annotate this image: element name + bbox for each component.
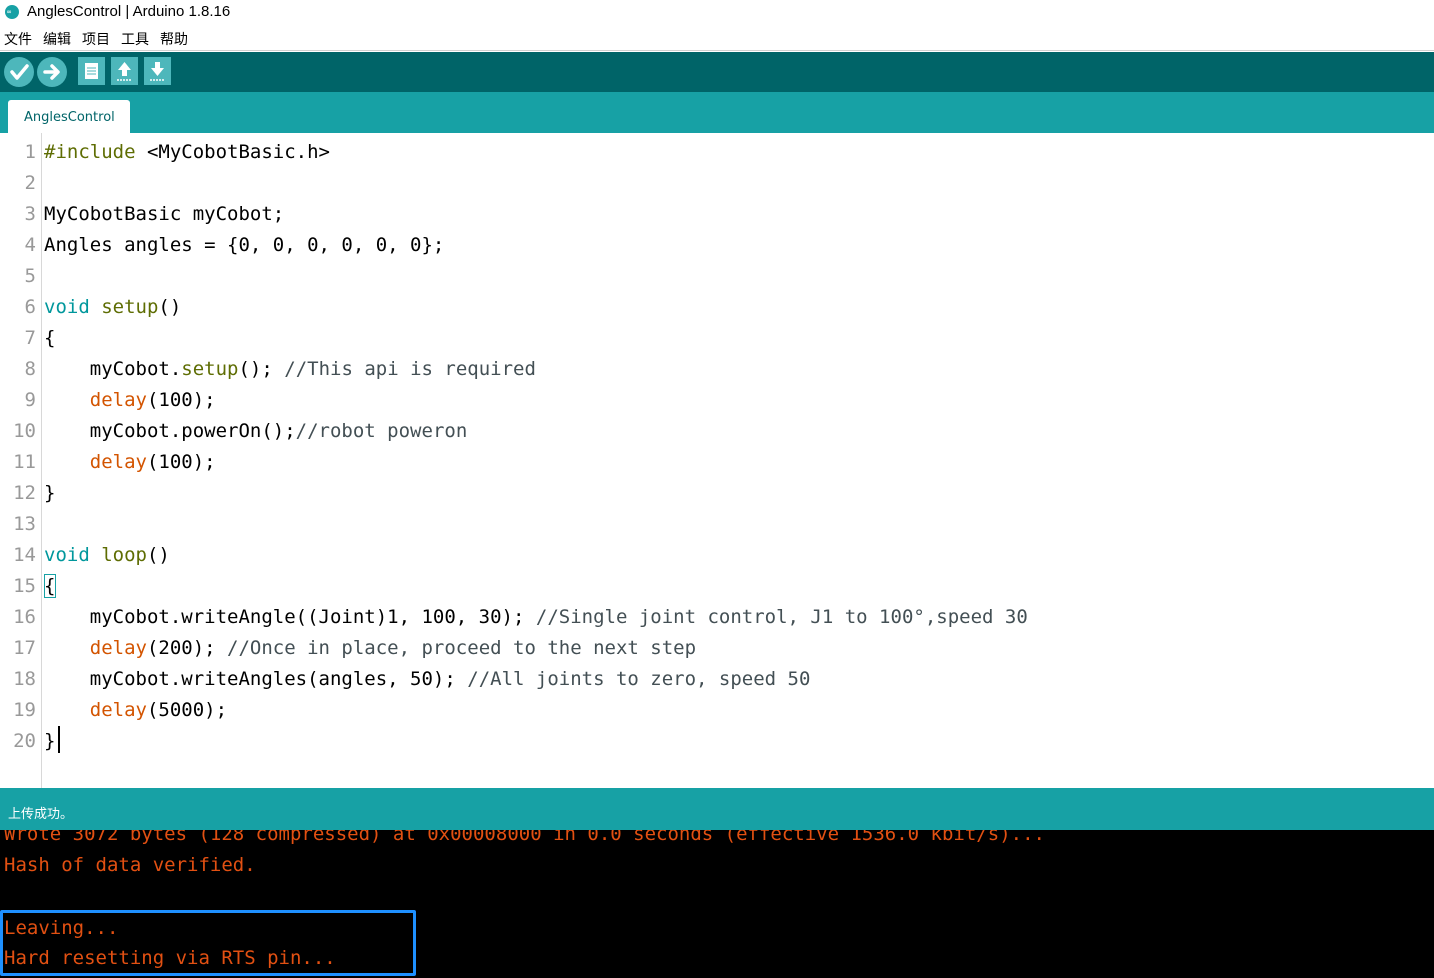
code-text: (100); [146, 451, 216, 473]
line-number: 5 [24, 265, 36, 287]
function-token: delay [44, 699, 147, 721]
code-text: myCobot.writeAngles(angles, 50); [44, 668, 468, 690]
menu-edit[interactable]: 编辑 [43, 29, 71, 49]
line-number: 9 [24, 389, 36, 411]
line-number: 1 [24, 141, 36, 163]
line-number: 18 [13, 668, 36, 690]
line-number: 4 [24, 234, 36, 256]
code-text: <MyCobotBasic.h> [135, 141, 330, 163]
function-token: loop [89, 544, 147, 566]
preprocessor-token: #include [44, 141, 136, 163]
code-line-18: myCobot.writeAngles(angles, 50); //All j… [44, 667, 811, 691]
title-bar: ∞ AnglesControl | Arduino 1.8.16 [0, 0, 1434, 24]
new-sketch-button[interactable] [78, 57, 105, 85]
keyword-token: void [44, 296, 90, 318]
code-line-20: } [44, 730, 56, 752]
code-line-17: delay(200); //Once in place, proceed to … [44, 636, 696, 660]
verify-icon [10, 64, 29, 80]
code-text: (100); [146, 389, 216, 411]
save-button[interactable] [144, 57, 171, 85]
console-line: Hash of data verified. [4, 854, 256, 876]
toolbar [0, 52, 1434, 92]
tab-label: AnglesControl [24, 110, 115, 125]
gutter-divider [41, 133, 42, 788]
comment-token: //Once in place, proceed to the next ste… [227, 637, 697, 659]
code-text: () [146, 544, 170, 566]
line-number: 2 [24, 172, 36, 194]
code-text: (200); [146, 637, 228, 659]
function-token: delay [44, 389, 147, 411]
line-number: 17 [13, 637, 36, 659]
status-bar: 上传成功。 [0, 788, 1434, 830]
code-line-7: { [44, 327, 56, 349]
line-number: 20 [13, 730, 36, 752]
menu-help[interactable]: 帮助 [160, 29, 188, 49]
upload-arrow-icon [43, 64, 60, 80]
tab-anglescontrol[interactable]: AnglesControl [8, 100, 130, 133]
code-line-12: } [44, 482, 56, 504]
code-line-3: MyCobotBasic myCobot; [44, 203, 285, 225]
line-number: 3 [24, 203, 36, 225]
keyword-token: void [44, 544, 90, 566]
line-number: 19 [13, 699, 36, 721]
line-number: 12 [13, 482, 36, 504]
menu-bar: 文件 编辑 项目 工具 帮助 [0, 26, 1434, 51]
code-line-10: myCobot.powerOn();//robot poweron [44, 419, 468, 443]
open-button[interactable] [111, 57, 138, 85]
tab-strip: AnglesControl [0, 92, 1434, 133]
line-number: 6 [24, 296, 36, 318]
window-title: AnglesControl | Arduino 1.8.16 [27, 3, 231, 20]
line-number: 7 [24, 327, 36, 349]
text-caret [58, 726, 60, 753]
save-arrow-down-icon [150, 62, 165, 81]
comment-token: //robot poweron [295, 420, 468, 442]
line-number: 15 [13, 575, 36, 597]
code-line-6: void setup() [44, 295, 181, 319]
function-token: delay [44, 451, 147, 473]
arduino-logo-icon: ∞ [5, 5, 19, 19]
line-number: 8 [24, 358, 36, 380]
comment-token: //All joints to zero, speed 50 [467, 668, 811, 690]
code-text: myCobot.powerOn(); [44, 420, 296, 442]
code-text: () [158, 296, 182, 318]
method-token: setup [181, 358, 239, 380]
code-line-9: delay(100); [44, 388, 216, 412]
code-text: myCobot. [44, 358, 182, 380]
function-token: delay [44, 637, 147, 659]
function-token: setup [89, 296, 159, 318]
comment-token: //Single joint control, J1 to 100°,speed… [535, 606, 1028, 628]
code-line-4: Angles angles = {0, 0, 0, 0, 0, 0}; [44, 234, 445, 256]
code-line-1: #include <MyCobotBasic.h> [44, 140, 330, 164]
status-message: 上传成功。 [8, 807, 74, 822]
menu-sketch[interactable]: 项目 [82, 29, 110, 49]
bracket-match-highlight [44, 574, 56, 598]
console-line: Wrote 3072 bytes (128 compressed) at 0x0… [4, 830, 1045, 845]
output-console[interactable]: Wrote 3072 bytes (128 compressed) at 0x0… [0, 830, 1434, 978]
code-line-19: delay(5000); [44, 698, 227, 722]
highlight-annotation-box [0, 910, 416, 976]
new-file-icon [85, 63, 98, 79]
line-number: 14 [13, 544, 36, 566]
code-line-14: void loop() [44, 543, 170, 567]
line-number: 13 [13, 513, 36, 535]
verify-button[interactable] [4, 57, 34, 87]
code-text: (5000); [146, 699, 228, 721]
open-arrow-up-icon [117, 62, 132, 81]
code-text: myCobot.writeAngle((Joint)1, 100, 30); [44, 606, 536, 628]
menu-tools[interactable]: 工具 [121, 29, 149, 49]
comment-token: //This api is required [284, 358, 536, 380]
upload-button[interactable] [37, 57, 67, 87]
code-line-11: delay(100); [44, 450, 216, 474]
menu-file[interactable]: 文件 [4, 29, 32, 49]
code-text: (); [238, 358, 285, 380]
line-number: 16 [13, 606, 36, 628]
line-number: 11 [13, 451, 36, 473]
code-editor[interactable]: 1 2 3 4 5 6 7 8 9 10 11 12 13 14 15 16 1… [0, 133, 1434, 788]
code-line-16: myCobot.writeAngle((Joint)1, 100, 30); /… [44, 605, 1028, 629]
code-line-8: myCobot.setup(); //This api is required [44, 357, 536, 381]
line-number: 10 [13, 420, 36, 442]
